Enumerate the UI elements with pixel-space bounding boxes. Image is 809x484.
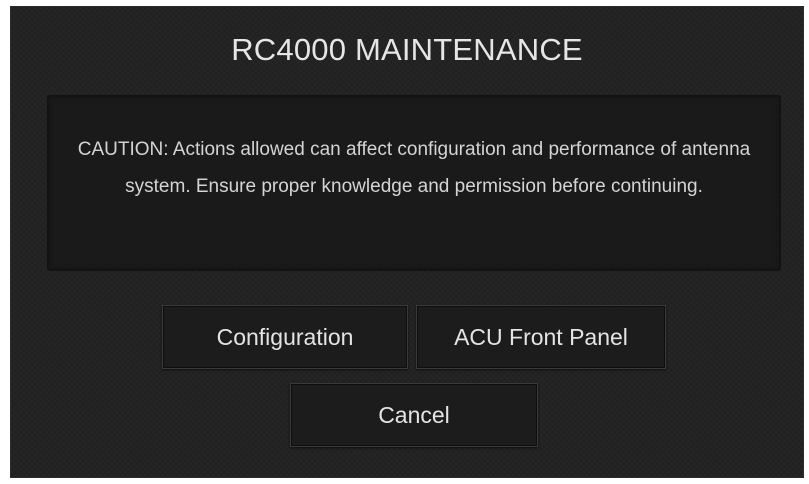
- acu-front-panel-button[interactable]: ACU Front Panel: [416, 305, 666, 369]
- configuration-button[interactable]: Configuration: [162, 305, 408, 369]
- caution-message: CAUTION: Actions allowed can affect conf…: [77, 139, 751, 197]
- maintenance-dialog: RC4000 MAINTENANCE CAUTION: Actions allo…: [10, 6, 804, 478]
- cancel-button[interactable]: Cancel: [290, 383, 538, 447]
- caution-panel: CAUTION: Actions allowed can affect conf…: [47, 95, 781, 271]
- dialog-title: RC4000 MAINTENANCE: [231, 32, 583, 67]
